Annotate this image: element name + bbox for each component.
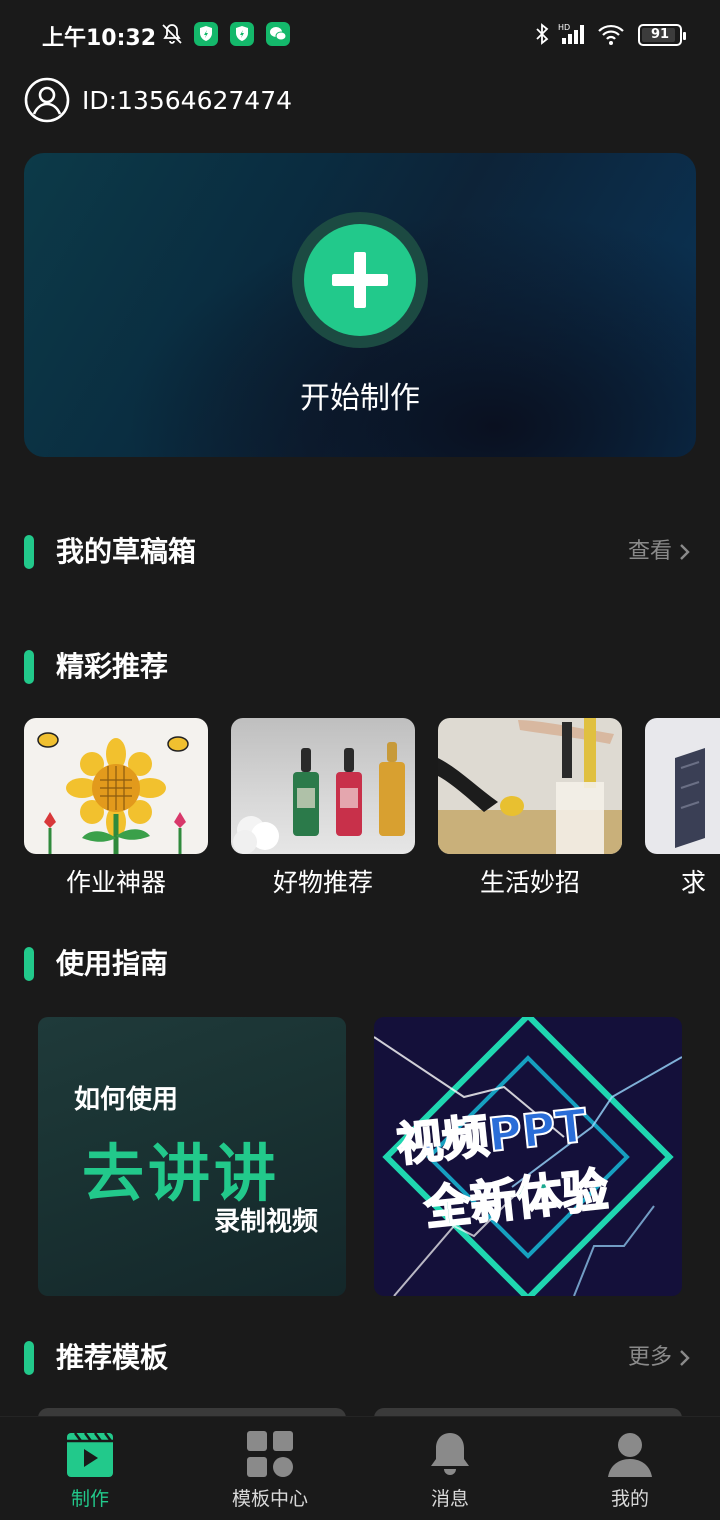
partial-thumbnail bbox=[645, 718, 720, 854]
account-header[interactable]: ID:13564627474 bbox=[24, 76, 292, 124]
start-create-label: 开始制作 bbox=[300, 381, 420, 416]
recommend-item-label: 求 bbox=[681, 868, 707, 897]
nav-tab-templates[interactable]: 模板中心 bbox=[180, 1429, 360, 1519]
svg-text:HD: HD bbox=[558, 23, 570, 32]
wifi-icon bbox=[598, 24, 624, 45]
sunflower-drawing-thumbnail bbox=[24, 718, 208, 854]
guide1-line3: 录制视频 bbox=[213, 1207, 318, 1237]
recommend-carousel[interactable]: 作业神器 好物推荐 生活妙招 求 bbox=[24, 718, 720, 908]
templates-more-link[interactable]: 更多 bbox=[628, 1343, 692, 1373]
start-create-card[interactable]: 开始制作 bbox=[24, 153, 696, 457]
grid-icon bbox=[247, 1431, 293, 1477]
recommend-item-goods[interactable]: 好物推荐 bbox=[231, 718, 415, 900]
nav-label: 模板中心 bbox=[231, 1488, 308, 1510]
nav-tab-messages[interactable]: 消息 bbox=[360, 1429, 540, 1519]
recommend-section-header: 精彩推荐 bbox=[24, 648, 696, 688]
signal-icon: HD bbox=[558, 23, 584, 44]
start-create-button[interactable] bbox=[292, 212, 428, 348]
status-bar: 上午10:32 HD 91 bbox=[0, 0, 720, 70]
drafts-section-header: 我的草稿箱 查看 bbox=[24, 533, 696, 573]
recommend-item-label: 生活妙招 bbox=[479, 868, 580, 897]
bottom-navigation: 制作 模板中心 消息 我的 bbox=[0, 1416, 720, 1520]
nav-label: 消息 bbox=[430, 1488, 469, 1510]
guide-section-header: 使用指南 bbox=[24, 945, 696, 985]
recommend-title: 精彩推荐 bbox=[56, 650, 169, 683]
user-circle-icon[interactable] bbox=[24, 77, 70, 123]
battery-level: 91 bbox=[650, 27, 670, 42]
person-icon bbox=[608, 1433, 652, 1477]
templates-more-label: 更多 bbox=[627, 1345, 672, 1370]
recommend-item-label: 作业神器 bbox=[65, 868, 166, 897]
serum-bottles-thumbnail bbox=[231, 718, 415, 854]
recommend-item-label: 好物推荐 bbox=[272, 868, 373, 897]
section-accent-bar bbox=[24, 650, 34, 684]
wechat-icon bbox=[266, 22, 290, 46]
drafts-view-label: 查看 bbox=[627, 539, 672, 564]
security-app-icon bbox=[230, 22, 254, 46]
section-accent-bar bbox=[24, 535, 34, 569]
recommend-item-tips[interactable]: 生活妙招 bbox=[438, 718, 622, 900]
chevron-right-icon bbox=[680, 544, 690, 560]
guide-title: 使用指南 bbox=[56, 947, 169, 980]
security-app-icon bbox=[194, 22, 218, 46]
nav-label: 制作 bbox=[70, 1488, 109, 1510]
recommend-item-homework[interactable]: 作业神器 bbox=[24, 718, 208, 900]
guide1-line1: 如何使用 bbox=[74, 1085, 179, 1115]
nav-label: 我的 bbox=[610, 1488, 649, 1510]
mute-icon bbox=[162, 24, 182, 44]
video-clapper-icon bbox=[67, 1432, 113, 1477]
templates-section-header: 推荐模板 更多 bbox=[24, 1339, 696, 1379]
nav-tab-mine[interactable]: 我的 bbox=[540, 1429, 720, 1519]
section-accent-bar bbox=[24, 947, 34, 981]
chevron-right-icon bbox=[680, 1350, 690, 1366]
nav-tab-create[interactable]: 制作 bbox=[0, 1429, 180, 1519]
kitchen-tips-thumbnail bbox=[438, 718, 622, 854]
guide1-line2: 去讲讲 bbox=[82, 1137, 281, 1210]
drafts-title: 我的草稿箱 bbox=[56, 535, 197, 568]
bluetooth-icon bbox=[536, 23, 549, 45]
status-time: 上午10:32 bbox=[42, 26, 157, 51]
plus-icon[interactable] bbox=[304, 224, 416, 336]
guide-card-video-ppt[interactable]: 视频PPT 全新体验 bbox=[374, 1017, 682, 1296]
section-accent-bar bbox=[24, 1341, 34, 1375]
user-id-text: ID:13564627474 bbox=[82, 85, 293, 115]
guide-card-record-video[interactable]: 如何使用 去讲讲 录制视频 bbox=[38, 1017, 346, 1296]
bell-icon bbox=[431, 1433, 469, 1475]
drafts-view-link[interactable]: 查看 bbox=[628, 537, 692, 567]
battery-icon: 91 bbox=[638, 24, 686, 46]
recommend-item-partial[interactable]: 求 bbox=[645, 718, 720, 900]
templates-title: 推荐模板 bbox=[56, 1341, 169, 1374]
